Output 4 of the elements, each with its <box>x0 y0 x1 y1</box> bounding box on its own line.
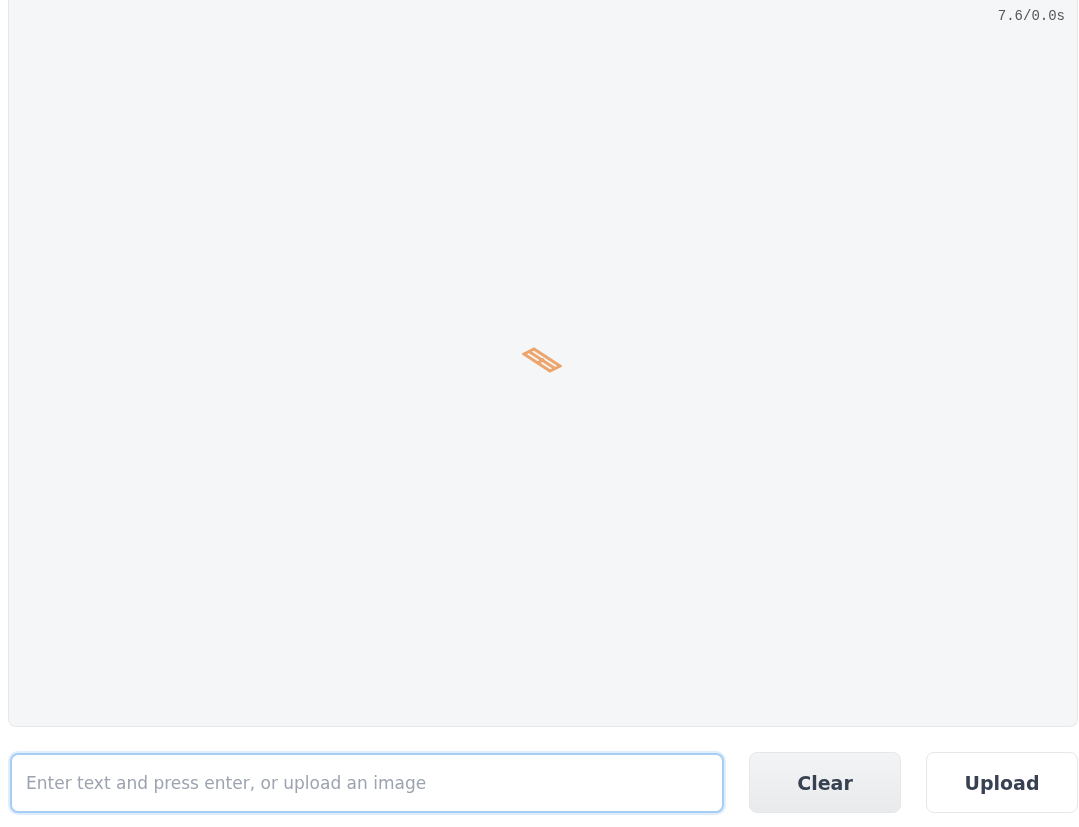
timer-text: 7.6/0.0s <box>997 8 1065 24</box>
action-button[interactable]: Upload <box>926 752 1078 813</box>
action-button[interactable]: Clear <box>749 752 901 813</box>
message-input[interactable]: Enter text and press enter, or upload an image <box>10 752 724 813</box>
